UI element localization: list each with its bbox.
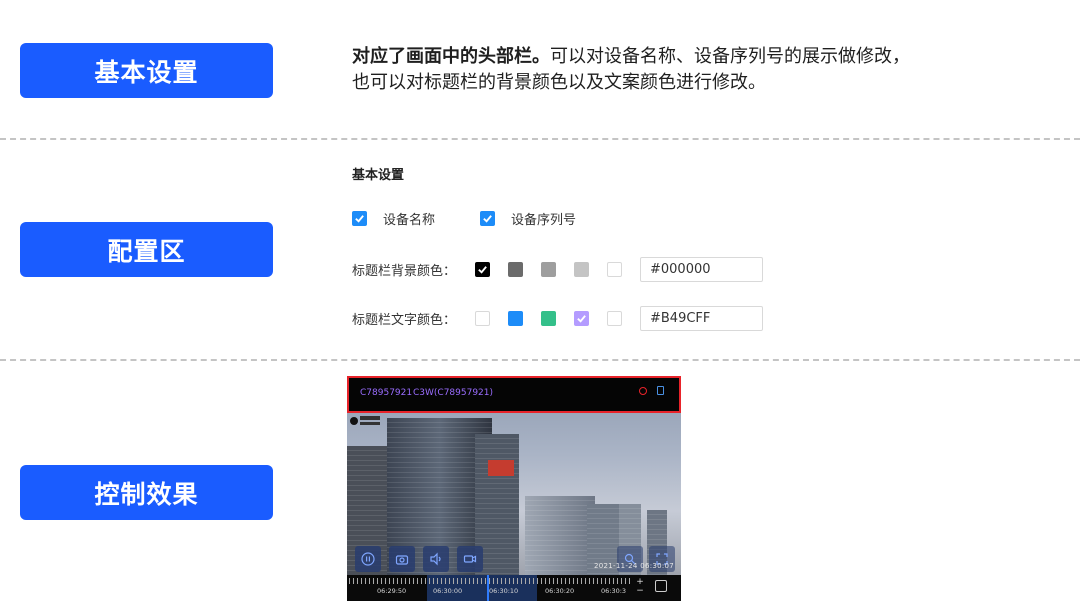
- description-line2: 也可以对标题栏的背景颜色以及文案颜色进行修改。: [352, 72, 766, 93]
- brand-logo: [350, 416, 380, 426]
- fg-swatch-green[interactable]: [541, 311, 556, 326]
- video-timestamp: 2021-11-24 06:30:07: [594, 562, 675, 570]
- bg-swatch-gray[interactable]: [541, 262, 556, 277]
- record-video-button[interactable]: [457, 546, 483, 572]
- playback-timeline[interactable]: 06:29:50 06:30:00 06:30:10 06:30:20 06:3…: [347, 575, 681, 601]
- timeline-label: 06:30:3: [601, 587, 627, 595]
- fg-color-hex-input[interactable]: #B49CFF: [640, 306, 763, 331]
- play-pause-button[interactable]: [355, 546, 381, 572]
- fg-swatch-purple[interactable]: [574, 311, 589, 326]
- config-panel-title: 基本设置: [352, 168, 405, 183]
- timeline-label: 06:30:20: [545, 587, 575, 595]
- bg-color-hex-input[interactable]: #000000: [640, 257, 763, 282]
- screenshot-button[interactable]: [389, 546, 415, 572]
- speaker-icon: [430, 552, 441, 566]
- section-control-effect-label: 控制效果: [20, 465, 273, 520]
- video-preview: C78957921 C3W(C78957921) 2021-11-24 06:3…: [347, 376, 681, 601]
- device-name-label: 设备名称: [383, 213, 436, 228]
- title-bg-color-row: 标题栏背景颜色： #000000: [352, 257, 763, 282]
- check-icon: [355, 215, 364, 223]
- fg-swatch-blue[interactable]: [508, 311, 523, 326]
- title-bg-color-label: 标题栏背景颜色：: [352, 264, 457, 279]
- section-divider: [0, 138, 1080, 140]
- fg-swatch-white-2[interactable]: [607, 311, 622, 326]
- check-icon: [483, 215, 492, 223]
- pause-icon: [361, 552, 375, 566]
- timeline-label: 06:30:00: [433, 587, 463, 595]
- device-name-option[interactable]: 设备名称: [352, 209, 435, 228]
- serial-checkbox[interactable]: [480, 211, 495, 226]
- section-divider: [0, 359, 1080, 361]
- bg-swatch-darkgray[interactable]: [508, 262, 523, 277]
- bg-swatch-lightgray[interactable]: [574, 262, 589, 277]
- building-signage: [488, 460, 514, 476]
- video-camera-icon: [463, 555, 477, 563]
- timeline-label: 06:30:10: [489, 587, 519, 595]
- serial-option[interactable]: 设备序列号: [480, 209, 576, 228]
- fg-swatch-white[interactable]: [475, 311, 490, 326]
- description-bold: 对应了画面中的头部栏。: [352, 46, 550, 67]
- preview-serial: C78957921: [360, 388, 413, 398]
- camera-icon: [395, 555, 409, 565]
- record-icon[interactable]: [639, 387, 647, 395]
- section-config-area-label: 配置区: [20, 222, 273, 277]
- bg-swatch-black[interactable]: [475, 262, 490, 277]
- preview-device-title: C3W(C78957921): [413, 388, 494, 398]
- description-text: 可以对设备名称、设备序列号的展示做修改，: [550, 46, 910, 67]
- timeline-label: 06:29:50: [377, 587, 407, 595]
- building: [619, 504, 641, 584]
- device-name-checkbox[interactable]: [352, 211, 367, 226]
- title-text-color-row: 标题栏文字颜色： #B49CFF: [352, 306, 763, 331]
- preview-header-bar: C78957921 C3W(C78957921): [347, 376, 681, 413]
- title-text-color-label: 标题栏文字颜色：: [352, 313, 457, 328]
- timeline-zoom-icon[interactable]: + −: [635, 578, 645, 598]
- calendar-icon[interactable]: [655, 580, 667, 592]
- check-icon: [577, 315, 586, 323]
- check-icon: [478, 266, 487, 274]
- section-description: 对应了画面中的头部栏。可以对设备名称、设备序列号的展示做修改， 也可以对标题栏的…: [352, 44, 1052, 96]
- bg-swatch-white[interactable]: [607, 262, 622, 277]
- timeline-ticks: [349, 578, 631, 584]
- section-basic-settings-label: 基本设置: [20, 43, 273, 98]
- volume-button[interactable]: [423, 546, 449, 572]
- serial-label: 设备序列号: [511, 213, 577, 228]
- delete-icon[interactable]: [657, 386, 664, 395]
